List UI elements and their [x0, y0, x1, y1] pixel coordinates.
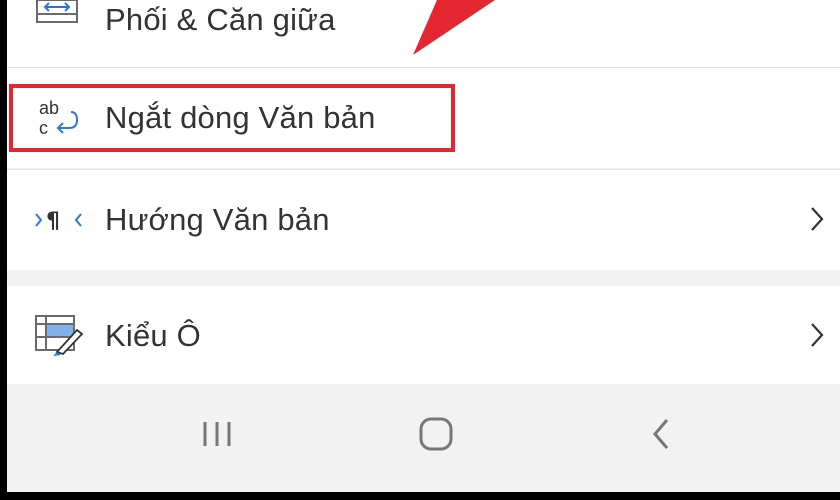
svg-text:¶: ¶ — [46, 209, 60, 234]
screen: Phối & Căn giữa ab c Ngắt dòng Văn bản ¶… — [7, 0, 840, 492]
menu-item-cell-style[interactable]: Kiểu Ô — [7, 286, 840, 384]
home-icon[interactable] — [411, 414, 461, 454]
menu-item-label: Kiểu Ô — [105, 318, 201, 353]
recent-apps-icon[interactable] — [193, 414, 243, 454]
arrow-annotation-icon — [413, 0, 495, 55]
menu-item-label: Phối & Căn giữa — [105, 2, 336, 37]
navigation-bar — [7, 384, 840, 492]
cell-style-icon — [35, 315, 84, 356]
merge-center-icon — [36, 0, 78, 23]
chevron-right-icon — [811, 207, 824, 231]
highlight-box — [9, 84, 455, 152]
text-direction-icon: ¶ — [35, 209, 82, 234]
menu-item-text-direction[interactable]: ¶ Hướng Văn bản — [7, 170, 840, 270]
menu-item-label: Hướng Văn bản — [105, 202, 330, 237]
chevron-right-icon — [811, 323, 824, 347]
back-icon[interactable] — [637, 414, 687, 454]
